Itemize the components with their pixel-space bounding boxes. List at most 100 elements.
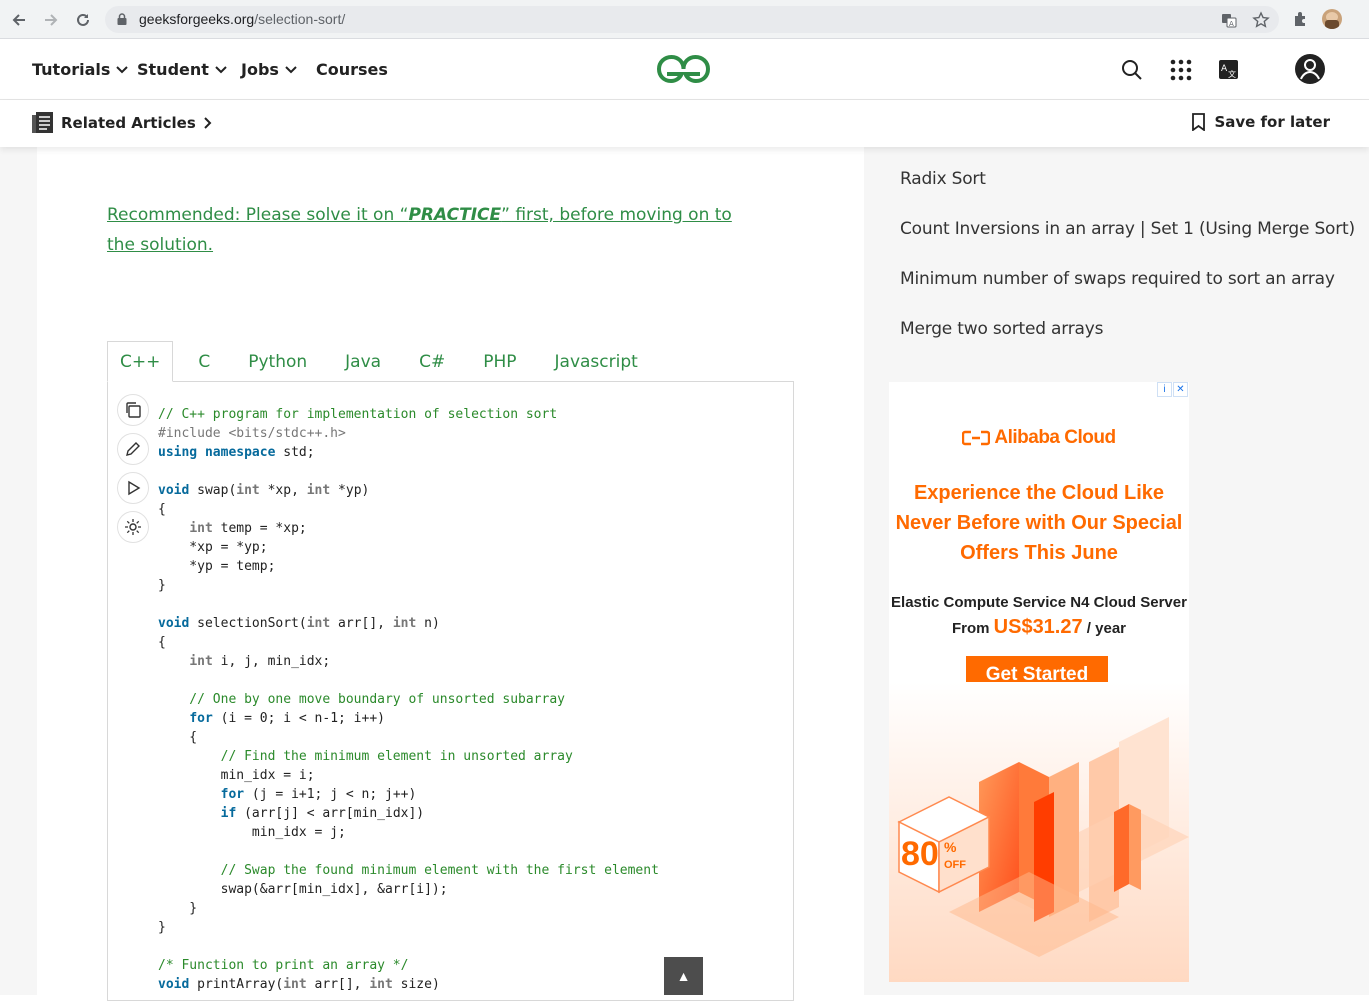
code-block: // C++ program for implementation of sel… — [158, 405, 659, 994]
code-line: for (i = 0; i < n-1; i++) — [189, 711, 385, 726]
related-articles-button[interactable]: Related Articles — [32, 112, 212, 133]
save-for-later-button[interactable]: Save for later — [1192, 113, 1330, 131]
sidebar-link-radix-sort[interactable]: Radix Sort — [900, 165, 1355, 215]
ad-headline: Experience the Cloud Like Never Before w… — [895, 482, 1183, 564]
search-icon[interactable] — [1121, 59, 1143, 81]
code-line: // C++ program for implementation of sel… — [158, 407, 558, 422]
practice-link[interactable]: Recommended: Please solve it on “PRACTIC… — [107, 200, 747, 260]
tab-javascript[interactable]: Javascript — [542, 341, 651, 382]
sub-header: Related Articles Save for later — [0, 100, 1369, 147]
svg-text:A: A — [1221, 64, 1228, 74]
tab-java[interactable]: Java — [332, 341, 394, 382]
code-line: { — [158, 502, 166, 517]
sun-icon — [125, 519, 141, 535]
tab-c[interactable]: C — [185, 341, 223, 382]
reload-icon[interactable] — [70, 7, 96, 33]
code-line: { — [158, 730, 198, 745]
code-line: // Find the minimum element in unsorted … — [158, 749, 573, 764]
code-line: *xp = *yp; — [158, 540, 268, 555]
nav-courses[interactable]: Courses — [316, 60, 388, 79]
address-bar[interactable]: geeksforgeeks.org/selection-sort/ A — [105, 6, 1279, 33]
back-icon[interactable] — [6, 7, 32, 33]
chevron-right-icon — [204, 116, 212, 129]
chevron-down-icon — [285, 65, 297, 73]
code-line: void selectionSort(int arr[], int n) — [158, 616, 440, 631]
nav-jobs[interactable]: Jobs — [241, 60, 297, 79]
tab-python[interactable]: Python — [235, 341, 320, 382]
url-text: geeksforgeeks.org/selection-sort/ — [139, 11, 346, 27]
svg-text:%: % — [944, 839, 957, 855]
code-line: min_idx = i; — [158, 768, 315, 783]
copy-code-button[interactable] — [117, 394, 149, 426]
copy-icon — [126, 402, 141, 418]
ad-info-icon[interactable]: i — [1157, 382, 1172, 397]
code-line: swap(&arr[min_idx], &arr[i]); — [158, 882, 448, 897]
bookmark-icon — [1192, 113, 1206, 131]
alibaba-logo: Alibaba Cloud — [889, 427, 1189, 449]
extensions-icon[interactable] — [1291, 9, 1311, 29]
pencil-icon — [126, 442, 140, 456]
chevron-down-icon — [215, 65, 227, 73]
code-line: using namespace std; — [158, 445, 315, 460]
browser-toolbar: geeksforgeeks.org/selection-sort/ A — [0, 0, 1369, 39]
apps-grid-icon[interactable] — [1170, 59, 1192, 81]
run-code-button[interactable] — [117, 472, 149, 504]
svg-text:OFF: OFF — [944, 859, 966, 871]
edit-code-button[interactable] — [117, 433, 149, 465]
language-tabs: C++ C Python Java C# PHP Javascript — [107, 341, 663, 382]
tab-cpp[interactable]: C++ — [107, 341, 174, 382]
code-line: { — [158, 635, 166, 650]
language-icon[interactable]: A文 — [1219, 60, 1238, 79]
ad-illustration: 80 % OFF — [889, 682, 1189, 982]
code-toolbar — [117, 394, 149, 550]
code-line: min_idx = j; — [158, 825, 346, 840]
code-line: /* Function to print an array */ — [158, 958, 409, 973]
lock-icon — [117, 13, 127, 25]
code-line: if (arr[j] < arr[min_idx]) — [220, 806, 425, 821]
sidebar-link-min-swaps[interactable]: Minimum number of swaps required to sort… — [900, 265, 1355, 315]
code-line: *yp = temp; — [158, 559, 276, 574]
sidebar-link-count-inversions[interactable]: Count Inversions in an array | Set 1 (Us… — [900, 215, 1355, 265]
scroll-to-top-button[interactable]: ▲ — [664, 957, 703, 995]
code-line: } — [158, 920, 166, 935]
profile-avatar[interactable] — [1322, 9, 1342, 29]
code-line: for (j = i+1; j < n; j++) — [220, 787, 417, 802]
gfg-logo[interactable] — [655, 53, 712, 85]
ad-subtext: Elastic Compute Service N4 Cloud Server … — [891, 594, 1187, 638]
user-account-icon[interactable] — [1295, 54, 1325, 84]
ad-close-icon[interactable]: ✕ — [1173, 382, 1188, 397]
articles-icon — [32, 112, 53, 133]
code-line: int i, j, min_idx; — [189, 654, 331, 669]
site-header: Tutorials Student Jobs Courses A文 — [0, 39, 1369, 100]
code-line: // One by one move boundary of unsorted … — [158, 692, 565, 707]
svg-text:A: A — [1229, 20, 1234, 28]
advertisement[interactable]: i ✕ Alibaba Cloud Experience the Cloud L… — [889, 382, 1189, 982]
star-icon[interactable] — [1252, 11, 1270, 29]
svg-text:文: 文 — [1228, 69, 1236, 79]
forward-icon[interactable] — [38, 7, 64, 33]
code-line: // Swap the found minimum element with t… — [158, 863, 659, 878]
tab-php[interactable]: PHP — [470, 341, 529, 382]
theme-toggle-button[interactable] — [117, 511, 149, 543]
alibaba-cloud-icon — [962, 430, 991, 446]
code-line: } — [158, 578, 166, 593]
nav-student[interactable]: Student — [137, 60, 227, 79]
code-line: void swap(int *xp, int *yp) — [158, 483, 370, 498]
sidebar-related-list: Radix Sort Count Inversions in an array … — [900, 165, 1355, 365]
play-icon — [128, 480, 141, 496]
code-line: } — [158, 901, 198, 916]
sidebar-link-merge-arrays[interactable]: Merge two sorted arrays — [900, 315, 1355, 365]
translate-icon[interactable]: A — [1220, 11, 1238, 29]
code-line: #include <bits/stdc++.h> — [158, 426, 346, 441]
tab-csharp[interactable]: C# — [406, 341, 458, 382]
chevron-down-icon — [116, 65, 129, 73]
code-line: void printArray(int arr[], int size) — [158, 977, 440, 992]
code-line: int temp = *xp; — [189, 521, 307, 536]
svg-text:80: 80 — [901, 835, 939, 873]
nav-tutorials[interactable]: Tutorials — [32, 60, 129, 79]
